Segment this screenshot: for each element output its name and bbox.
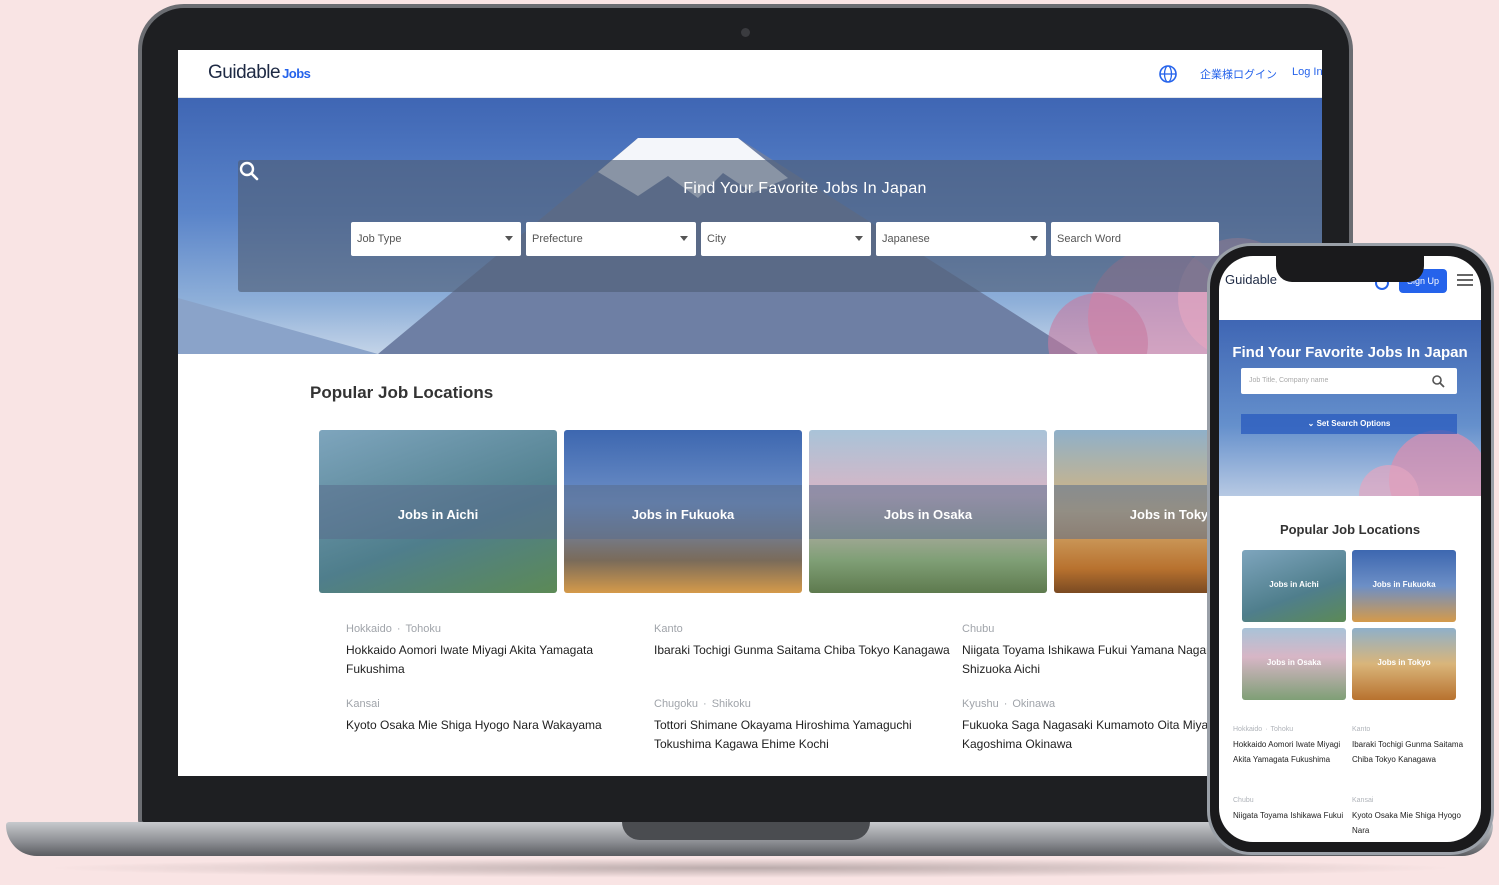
location-card-label: Jobs in Aichi xyxy=(397,507,479,522)
region-prefectures[interactable]: Ibaraki Tochigi Gunma Saitama Chiba Toky… xyxy=(654,641,954,660)
location-card-label: Jobs in Fukuoka xyxy=(631,507,735,522)
search-word-placeholder: Search Word xyxy=(1057,233,1121,245)
mobile-region-prefectures[interactable]: Kyoto Osaka Mie Shiga Hyogo Nara xyxy=(1352,808,1472,838)
chevron-down-icon xyxy=(855,236,863,241)
region-name-a: Hokkaido xyxy=(346,623,392,635)
search-panel: Find Your Favorite Jobs In Japan Job Typ… xyxy=(238,160,1322,292)
region-name-a: Kyushu xyxy=(962,698,999,710)
region-prefectures[interactable]: Hokkaido Aomori Iwate Miyagi Akita Yamag… xyxy=(346,641,646,679)
laptop-shadow xyxy=(40,858,1460,878)
hero-banner: Find Your Favorite Jobs In Japan Job Typ… xyxy=(178,98,1322,354)
mobile-region-chubu: Chubu Niigata Toyama Ishikawa Fukui xyxy=(1233,797,1353,823)
separator-dot: · xyxy=(703,698,707,710)
region-hokkaido-tohoku: Hokkaido · Tohoku Hokkaido Aomori Iwate Mi… xyxy=(346,623,646,679)
mobile-region-name: Kanto xyxy=(1352,726,1472,733)
region-prefectures[interactable]: Tottori Shimane Okayama Hiroshima Yamagu… xyxy=(654,716,954,754)
region-chugoku-shikoku: Chugoku · Shikoku Tottori Shimane Okayama … xyxy=(654,698,954,754)
mobile-region-kanto: Kanto Ibaraki Tochigi Gunma Saitama Chib… xyxy=(1352,726,1472,767)
mobile-popular-title: Popular Job Locations xyxy=(1279,522,1421,537)
mobile-region-name: Kansai xyxy=(1352,797,1472,804)
phone-screen: Guidable Sign Up Find Your Favorite Jobs… xyxy=(1219,256,1481,842)
top-navigation: Guidable Jobs 企業様ログイン Log In xyxy=(178,50,1322,98)
mobile-hero-title: Find Your Favorite Jobs In Japan xyxy=(1232,344,1468,361)
mobile-site-logo[interactable]: Guidable xyxy=(1225,272,1277,287)
region-prefectures[interactable]: Kyoto Osaka Mie Shiga Hyogo Nara Wakayam… xyxy=(346,716,646,735)
mobile-region-name: Chubu xyxy=(1233,797,1353,804)
region-name-a: Chubu xyxy=(962,623,995,635)
region-name-a: Chubu xyxy=(1233,797,1254,804)
chevron-down-icon: ⌄ xyxy=(1307,419,1317,428)
region-name-a: Hokkaido xyxy=(1233,726,1263,733)
search-options-button[interactable]: ⌄ Set Search Options xyxy=(1241,414,1457,434)
location-card-label: Jobs in Osaka xyxy=(883,507,973,522)
location-card-osaka[interactable]: Jobs in Osaka xyxy=(809,430,1047,593)
search-options-label: Set Search Options xyxy=(1316,419,1391,428)
mobile-card-label: Jobs in Fukuoka xyxy=(1372,580,1436,589)
popular-locations-title: Popular Job Locations xyxy=(310,383,494,402)
search-title: Find Your Favorite Jobs In Japan xyxy=(683,180,927,197)
mobile-card-tokyo[interactable]: Jobs in Tokyo xyxy=(1352,628,1456,700)
city-label: City xyxy=(707,233,726,245)
mobile-card-label: Jobs in Tokyo xyxy=(1377,658,1431,667)
laptop-hinge xyxy=(622,822,870,840)
mobile-region-prefectures[interactable]: Hokkaido Aomori Iwate Miyagi Akita Yamag… xyxy=(1233,737,1353,767)
region-name-b: Tohoku xyxy=(1270,726,1294,733)
mobile-card-label: Jobs in Aichi xyxy=(1269,580,1319,589)
job-type-label: Job Type xyxy=(357,233,402,245)
login-link[interactable]: Log In xyxy=(1292,66,1322,78)
chevron-down-icon xyxy=(680,236,688,241)
mobile-search-input[interactable]: Job Title, Company name xyxy=(1241,368,1457,394)
region-name: Hokkaido · Tohoku xyxy=(346,623,646,635)
chevron-down-icon xyxy=(505,236,513,241)
mobile-card-label: Jobs in Osaka xyxy=(1266,658,1322,667)
region-kanto: Kanto Ibaraki Tochigi Gunma Saitama Chib… xyxy=(654,623,954,660)
logo-text: Guidable xyxy=(208,62,281,83)
region-name-b: Shikoku xyxy=(711,698,751,710)
location-card-fukuoka[interactable]: Jobs in Fukuoka xyxy=(564,430,802,593)
separator-dot: · xyxy=(1003,698,1008,710)
prefecture-select[interactable]: Prefecture xyxy=(526,222,696,256)
search-word-input[interactable]: Search Word xyxy=(1051,222,1219,256)
mobile-region-prefectures[interactable]: Niigata Toyama Ishikawa Fukui xyxy=(1233,808,1353,823)
region-name-b: Tohoku xyxy=(405,623,442,635)
region-name: Chugoku · Shikoku xyxy=(654,698,954,710)
language-label: Japanese xyxy=(882,233,930,245)
region-kansai: Kansai Kyoto Osaka Mie Shiga Hyogo Nara … xyxy=(346,698,646,735)
location-card-aichi[interactable]: Jobs in Aichi xyxy=(319,430,557,593)
prefecture-label: Prefecture xyxy=(532,233,583,245)
city-select[interactable]: City xyxy=(701,222,871,256)
job-type-select[interactable]: Job Type xyxy=(351,222,521,256)
region-name-a: Kanto xyxy=(654,623,683,635)
logo-suffix: Jobs xyxy=(282,66,311,81)
mobile-region-kansai: Kansai Kyoto Osaka Mie Shiga Hyogo Nara xyxy=(1352,797,1472,838)
mobile-hero-banner: Find Your Favorite Jobs In Japan Job Tit… xyxy=(1219,320,1481,496)
region-name-a: Kansai xyxy=(1352,797,1374,804)
region-name-a: Kansai xyxy=(346,698,380,710)
mobile-card-aichi[interactable]: Jobs in Aichi xyxy=(1242,550,1346,622)
globe-icon[interactable] xyxy=(1158,64,1178,84)
region-name: Kansai xyxy=(346,698,646,710)
laptop-screen: Guidable Jobs 企業様ログイン Log In Find Your Fa… xyxy=(178,50,1322,776)
chevron-down-icon xyxy=(1030,236,1038,241)
region-name-a: Chugoku xyxy=(654,698,699,710)
search-icon[interactable] xyxy=(238,160,260,182)
mobile-region-name: Hokkaido · Tohoku xyxy=(1233,726,1353,733)
mobile-card-fukuoka[interactable]: Jobs in Fukuoka xyxy=(1352,550,1456,622)
mobile-card-osaka[interactable]: Jobs in Osaka xyxy=(1242,628,1346,700)
mobile-region-hokkaido-tohoku: Hokkaido · Tohoku Hokkaido Aomori Iwate Mi… xyxy=(1233,726,1353,767)
separator-dot: · xyxy=(1265,726,1268,733)
separator-dot: · xyxy=(396,623,401,635)
hamburger-menu-icon[interactable] xyxy=(1457,274,1473,286)
region-name-b: Okinawa xyxy=(1012,698,1056,710)
language-select[interactable]: Japanese xyxy=(876,222,1046,256)
region-name-a: Kanto xyxy=(1352,726,1371,733)
business-login-link[interactable]: 企業様ログイン xyxy=(1200,66,1277,82)
region-name: Kanto xyxy=(654,623,954,635)
search-icon[interactable] xyxy=(1431,374,1445,388)
laptop-camera xyxy=(741,28,750,37)
site-logo[interactable]: Guidable Jobs xyxy=(208,62,311,84)
phone-notch xyxy=(1276,254,1424,282)
mobile-region-prefectures[interactable]: Ibaraki Tochigi Gunma Saitama Chiba Toky… xyxy=(1352,737,1472,767)
